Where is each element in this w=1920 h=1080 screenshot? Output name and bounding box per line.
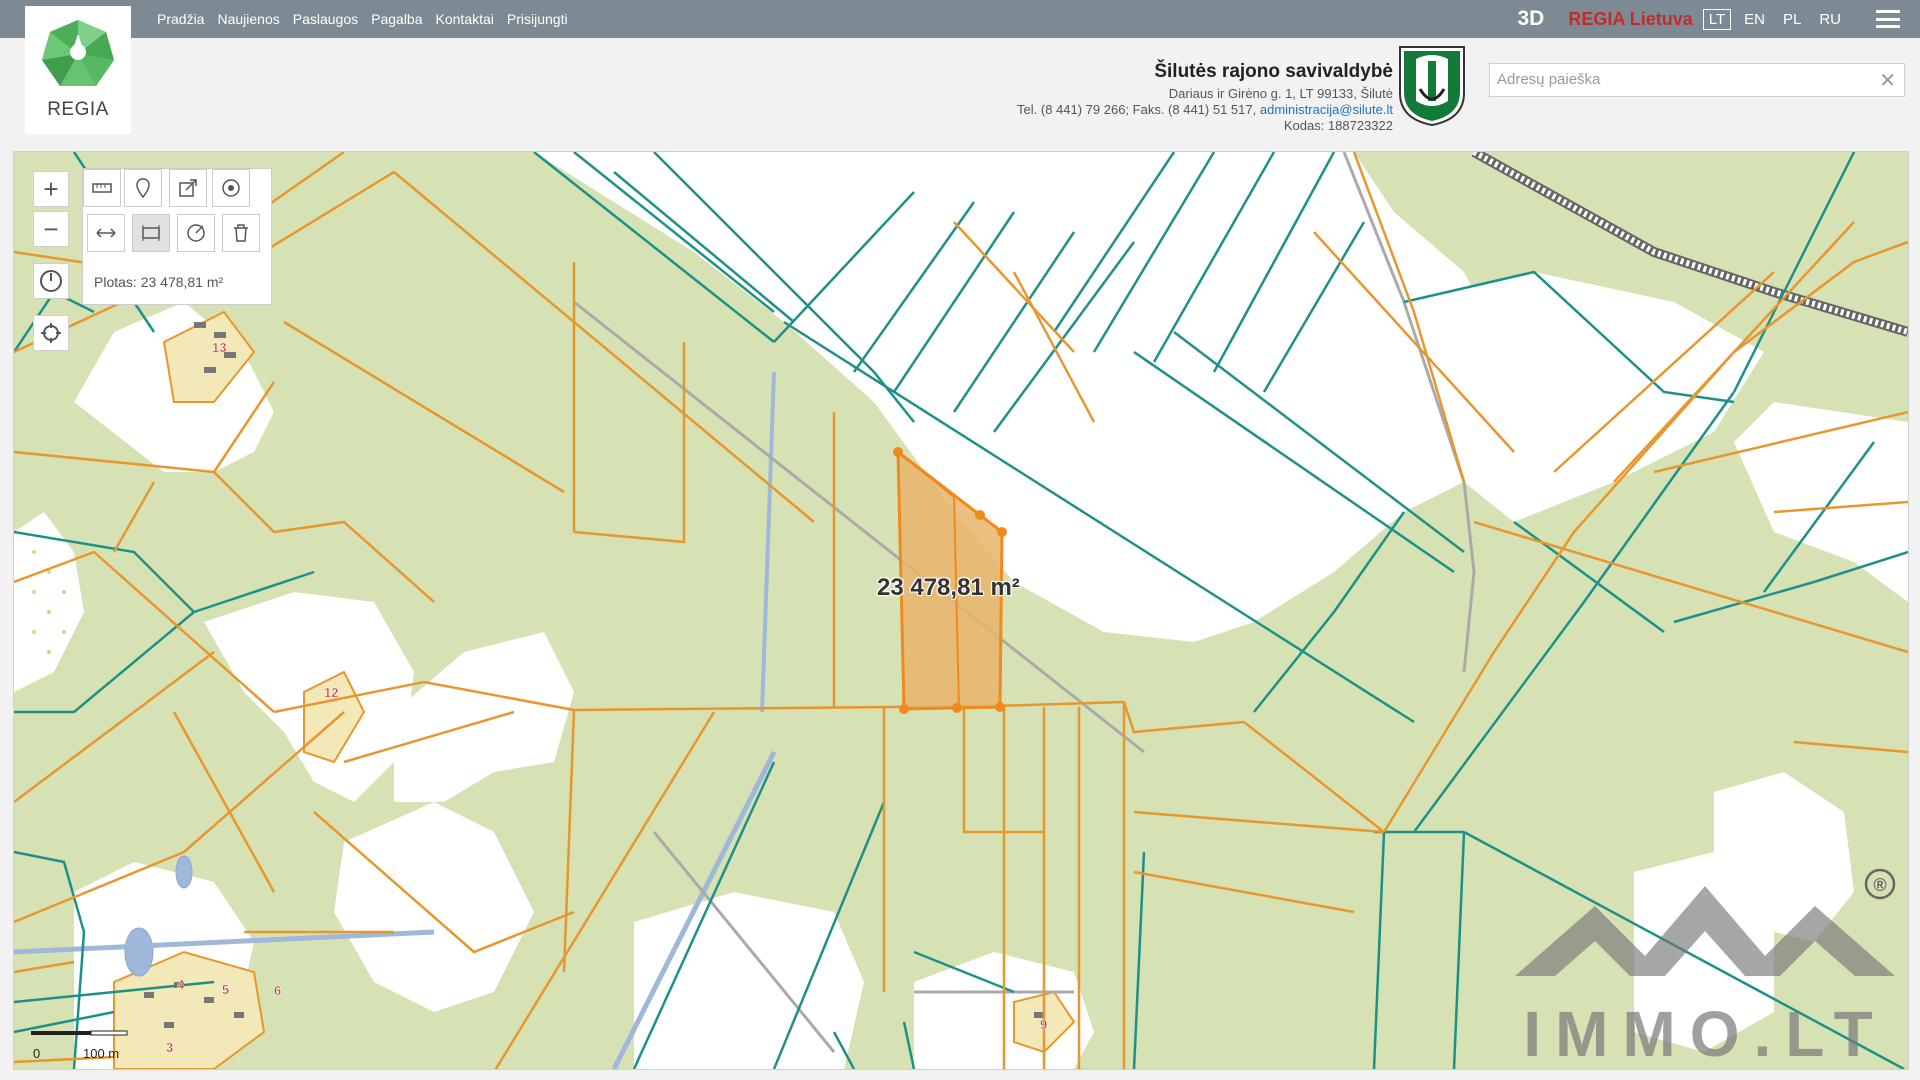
share-button[interactable] (169, 169, 207, 207)
lang-lt[interactable]: LT (1702, 8, 1732, 30)
radius-button[interactable] (212, 169, 250, 207)
nav-news[interactable]: Naujienos (217, 11, 279, 27)
measure-length-button[interactable] (83, 169, 121, 207)
area-readout: Plotas: 23 478,81 m² (94, 274, 224, 290)
regia-logo[interactable]: REGIA (25, 6, 131, 134)
measure-area-button[interactable] (132, 214, 170, 252)
nav-services[interactable]: Paslaugos (293, 11, 358, 27)
locate-button[interactable] (33, 315, 69, 351)
search-input[interactable] (1490, 64, 1874, 94)
scale-labels: 0 100 m (33, 1046, 153, 1061)
phone-fax: Tel. (8 441) 79 266; Faks. (8 441) 51 51… (1017, 102, 1257, 117)
parcel-label-6: 6 (274, 983, 281, 998)
zoom-in-button[interactable]: + (33, 171, 69, 207)
nav-home[interactable]: Pradžia (157, 11, 204, 27)
target-icon (222, 179, 240, 197)
delete-measure-button[interactable] (222, 214, 260, 252)
parcel-label-4: 4 (177, 977, 185, 992)
logo-text: REGIA (47, 99, 109, 120)
lang-ru[interactable]: RU (1814, 10, 1846, 29)
address-search: ✕ (1489, 63, 1905, 97)
crosshair-icon (41, 323, 61, 343)
municipality-name: Šilutės rajono savivaldybė (1154, 61, 1393, 82)
municipality-info: Šilutės rajono savivaldybė Dariaus ir Gi… (1017, 60, 1393, 134)
measure-distance-button[interactable] (87, 214, 125, 252)
lang-en[interactable]: EN (1739, 10, 1770, 29)
lang-pl[interactable]: PL (1778, 10, 1806, 29)
measure-clock-icon (40, 270, 62, 292)
scale-bar (31, 1030, 128, 1036)
menu-icon[interactable] (1876, 10, 1900, 28)
immo-watermark: ® IMMO.LT (1515, 868, 1896, 1066)
municipality-code: Kodas: 188723322 (1283, 118, 1393, 133)
3d-button[interactable]: 3D (1518, 7, 1545, 31)
registered-mark: ® (1873, 875, 1886, 895)
nav-help[interactable]: Pagalba (371, 11, 422, 27)
nav-contacts[interactable]: Kontaktai (436, 11, 494, 27)
trash-icon (234, 224, 248, 242)
ruler-icon (92, 183, 112, 193)
measure-tool-panel: Plotas: 23 478,81 m² (82, 168, 272, 305)
distance-icon (96, 228, 116, 238)
measure-angle-button[interactable] (177, 214, 215, 252)
nav-login[interactable]: Prisijungti (507, 11, 568, 27)
municipality-address: Dariaus ir Girėno g. 1, LT 99133, Šilutė (1168, 86, 1393, 101)
parcel-label-3: 3 (166, 1040, 173, 1055)
area-map-label: 23 478,81 m² (877, 574, 1020, 601)
zoom-out-button[interactable]: − (33, 211, 69, 247)
measure-tool-button[interactable] (33, 263, 69, 299)
parcel-label-13: 13 (212, 340, 226, 355)
coat-of-arms-icon (1399, 46, 1465, 127)
scale-end: 100 m (83, 1046, 120, 1061)
regia-emblem-icon (42, 20, 114, 86)
pin-icon (136, 178, 150, 199)
municipality-contacts: Tel. (8 441) 79 266; Faks. (8 441) 51 51… (1017, 102, 1393, 118)
parcel-label-12: 12 (324, 685, 338, 700)
export-icon (179, 179, 197, 197)
right-nav: 3D REGIA Lietuva LT EN PL RU (1518, 0, 1920, 38)
main-nav: Pradžia Naujienos Paslaugos Pagalba Kont… (157, 0, 568, 38)
scale-start: 0 (33, 1046, 41, 1061)
area-icon (142, 225, 160, 241)
parcel-label-5: 5 (222, 982, 229, 997)
watermark-text: IMMO.LT (1523, 998, 1886, 1066)
regia-lietuva-link[interactable]: REGIA Lietuva (1568, 9, 1692, 30)
email-link[interactable]: administracija@silute.lt (1260, 102, 1393, 117)
clear-search-icon[interactable]: ✕ (1879, 68, 1896, 93)
angle-icon (187, 224, 205, 242)
measure-point-button[interactable] (124, 169, 162, 207)
parcel-label-9: 9 (1040, 1017, 1047, 1032)
